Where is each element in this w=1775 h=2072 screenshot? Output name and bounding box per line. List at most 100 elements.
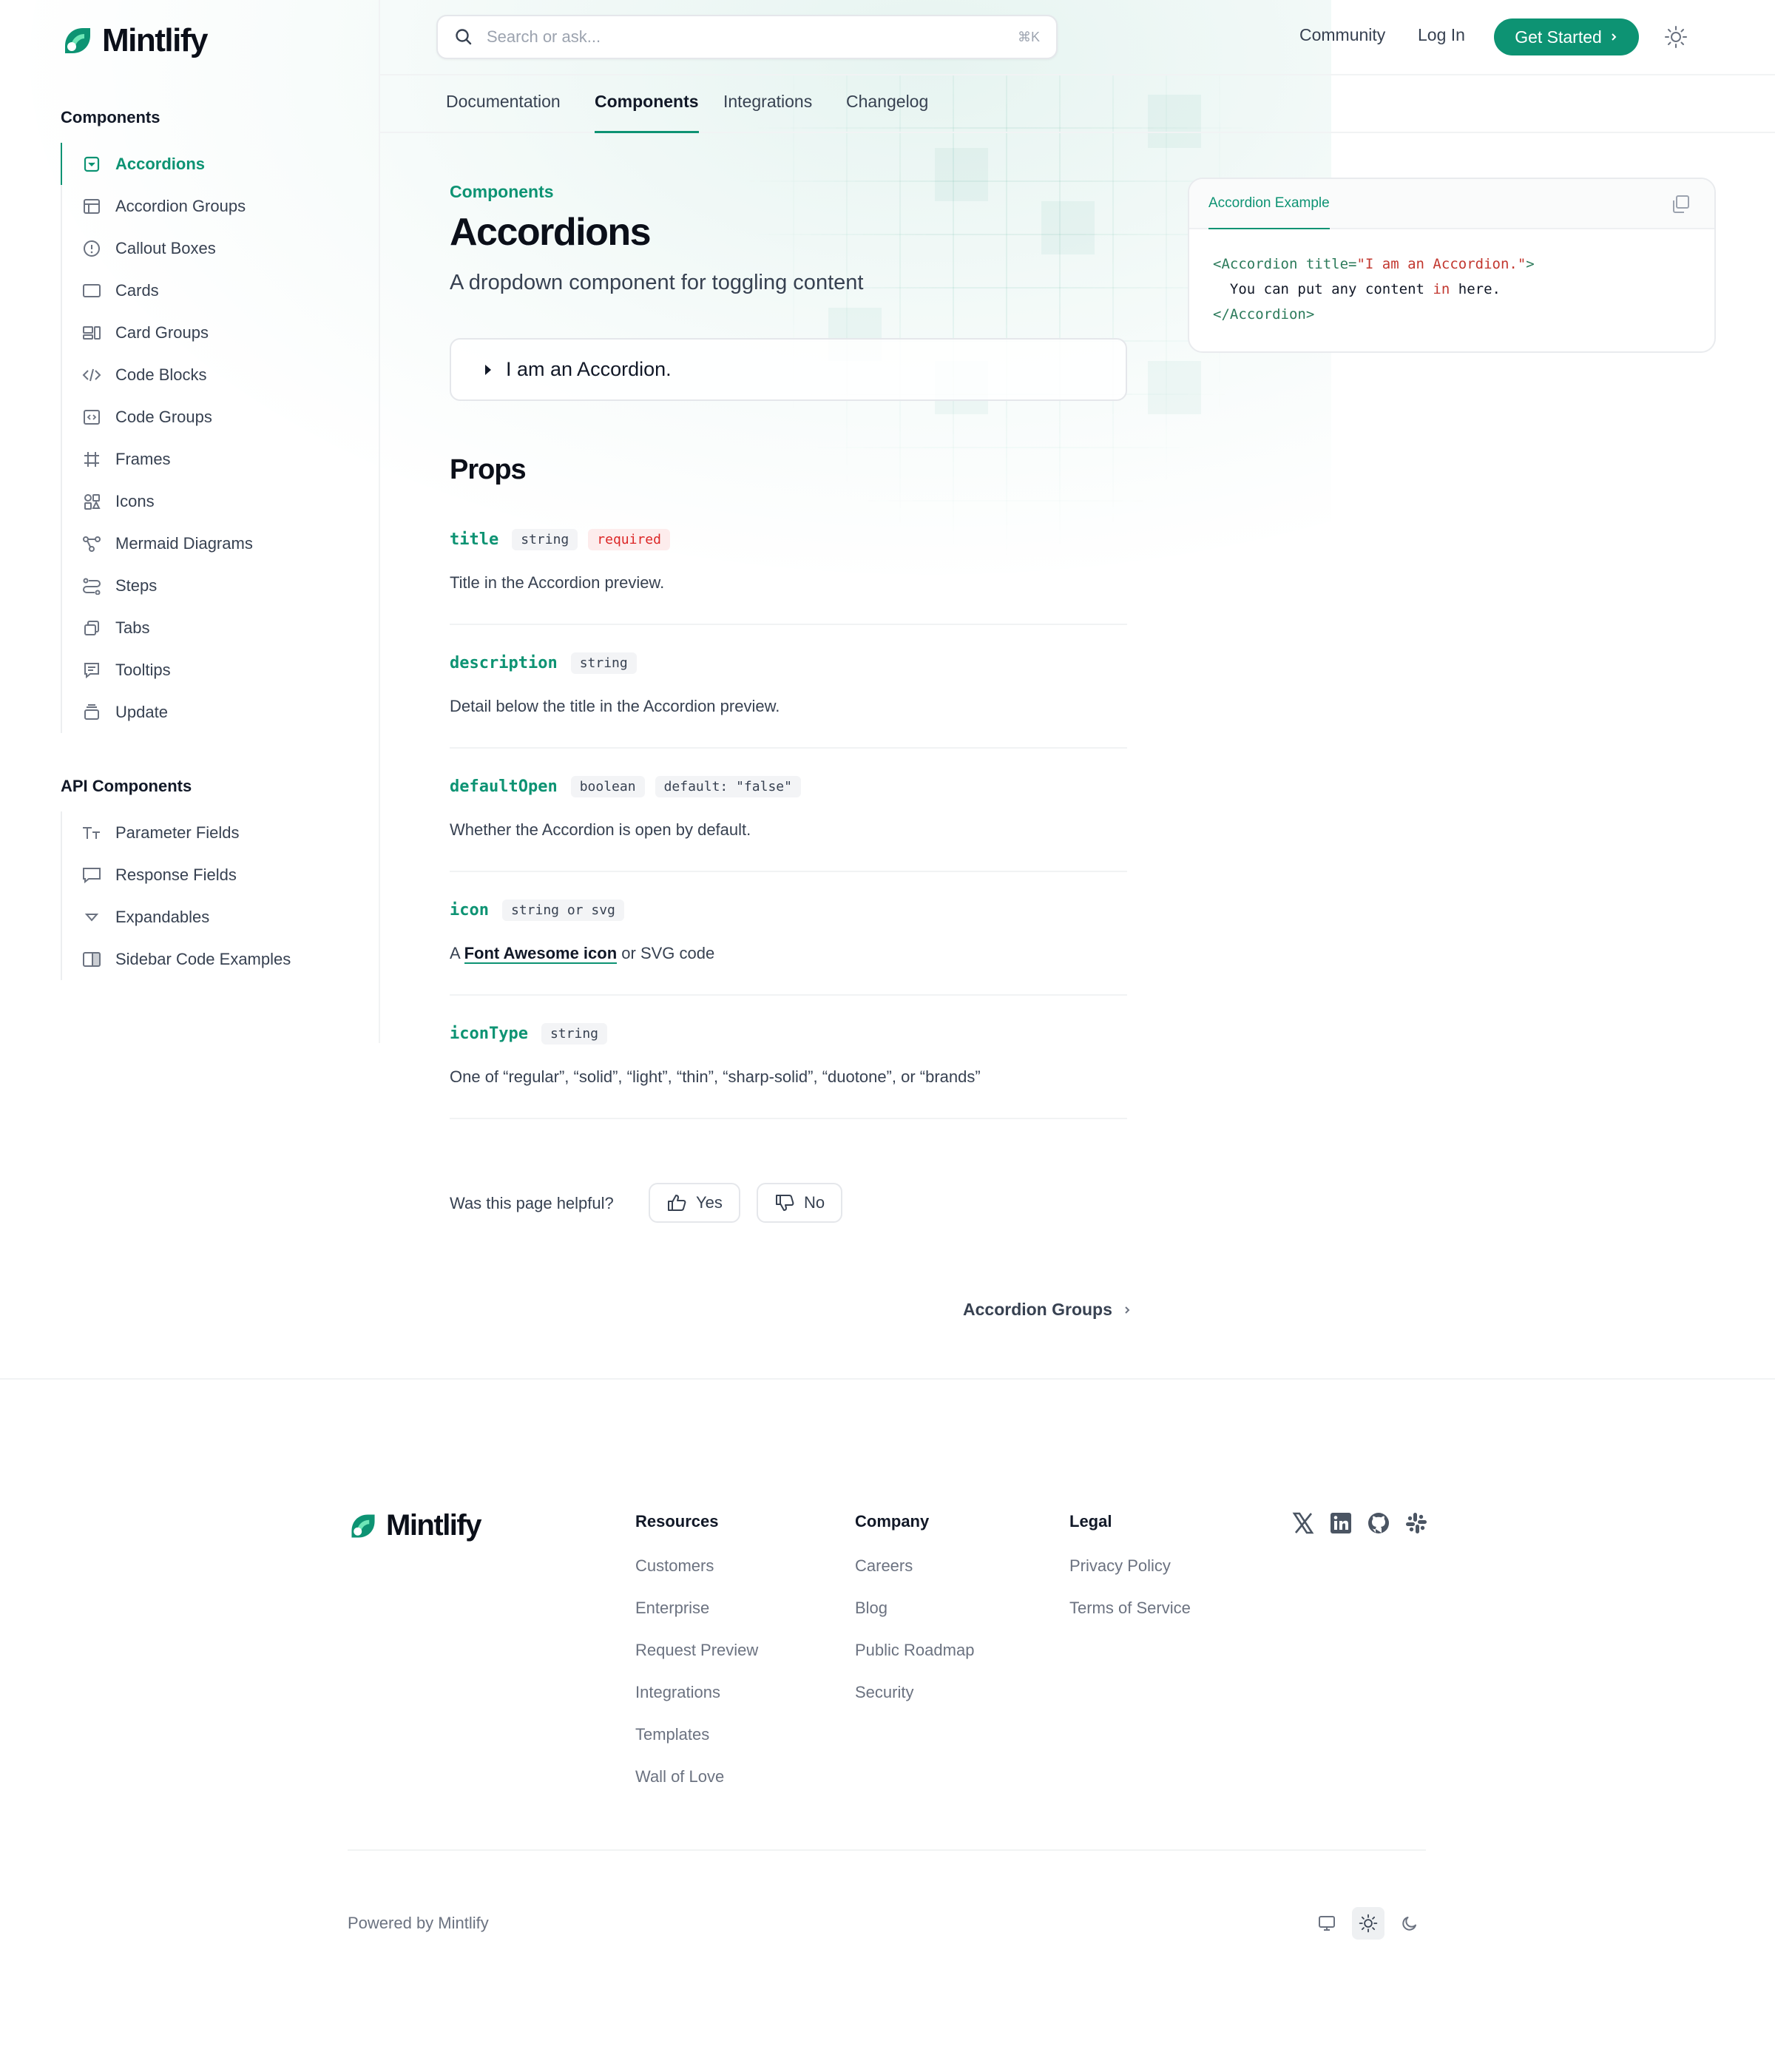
sidebar-item-response-fields[interactable]: Response Fields bbox=[62, 854, 291, 896]
footer-link[interactable]: Blog bbox=[855, 1599, 974, 1641]
copy-icon[interactable] bbox=[1670, 194, 1691, 215]
footer-bottom-divider bbox=[348, 1849, 1426, 1851]
sidebar-item-update[interactable]: Update bbox=[62, 691, 253, 733]
code-block[interactable]: <Accordion title="I am an Accordion."> Y… bbox=[1189, 229, 1714, 349]
community-link[interactable]: Community bbox=[1299, 25, 1385, 45]
footer-link[interactable]: Careers bbox=[855, 1556, 974, 1599]
layers-icon bbox=[81, 702, 102, 723]
chevron-right-icon bbox=[1125, 1306, 1130, 1314]
footer-logo[interactable]: Mintlify bbox=[348, 1509, 481, 1542]
brand-logo[interactable]: Mintlify bbox=[61, 22, 208, 59]
feedback-yes-label: Yes bbox=[696, 1193, 723, 1212]
sidebar-item-expandables[interactable]: Expandables bbox=[62, 896, 291, 938]
sidebar-item-frames[interactable]: Frames bbox=[62, 438, 253, 480]
search-input[interactable]: Search or ask... ⌘K bbox=[436, 15, 1058, 59]
footer-link[interactable]: Customers bbox=[635, 1556, 758, 1599]
sidebar-item-tabs[interactable]: Tabs bbox=[62, 607, 253, 649]
feedback-no-label: No bbox=[804, 1193, 825, 1212]
sidebar: Mintlify Components Accordions Accordion… bbox=[0, 0, 380, 1043]
code-line: You can put any content in here. bbox=[1213, 277, 1691, 302]
tab-components[interactable]: Components bbox=[595, 92, 699, 133]
moon-icon[interactable] bbox=[1393, 1907, 1426, 1940]
footer-link[interactable]: Public Roadmap bbox=[855, 1641, 974, 1683]
prop-description: Title in the Accordion preview. bbox=[450, 573, 665, 592]
github-icon[interactable] bbox=[1366, 1511, 1391, 1536]
font-awesome-link[interactable]: Font Awesome icon bbox=[464, 944, 618, 964]
sun-icon[interactable] bbox=[1664, 25, 1688, 49]
feedback-no-button[interactable]: No bbox=[757, 1183, 843, 1223]
background-cell bbox=[1148, 361, 1201, 414]
prop-name[interactable]: iconType bbox=[450, 1025, 528, 1043]
props-heading: Props bbox=[450, 454, 527, 485]
tab-integrations[interactable]: Integrations bbox=[723, 92, 812, 133]
footer-link[interactable]: Request Preview bbox=[635, 1641, 758, 1683]
brand-name: Mintlify bbox=[102, 22, 208, 58]
footer-link[interactable]: Integrations bbox=[635, 1683, 758, 1725]
sidebar-item-steps[interactable]: Steps bbox=[62, 564, 253, 607]
code-example-tab[interactable]: Accordion Example bbox=[1208, 195, 1330, 229]
sun-glyph bbox=[1359, 1914, 1378, 1933]
text-size-icon bbox=[81, 823, 102, 843]
code-icon bbox=[81, 365, 102, 385]
sidebar-item-icons[interactable]: Icons bbox=[62, 480, 253, 522]
slack-icon[interactable] bbox=[1404, 1511, 1429, 1536]
footer-link[interactable]: Enterprise bbox=[635, 1599, 758, 1641]
sidebar-item-label: Mermaid Diagrams bbox=[115, 533, 253, 553]
footer-link[interactable]: Wall of Love bbox=[635, 1767, 758, 1809]
next-page-label: Accordion Groups bbox=[963, 1300, 1112, 1319]
card-group-icon bbox=[81, 323, 102, 343]
powered-by-text[interactable]: Powered by Mintlify bbox=[348, 1914, 489, 1933]
prop-name[interactable]: defaultOpen bbox=[450, 777, 558, 796]
sidebar-item-label: Accordions bbox=[115, 154, 206, 173]
sidebar-item-code-groups[interactable]: Code Groups bbox=[62, 396, 253, 438]
sidebar-item-sidebar-code-examples[interactable]: Sidebar Code Examples bbox=[62, 938, 291, 980]
code-token: You can put any content bbox=[1213, 281, 1433, 297]
prop-default: default: "false" bbox=[655, 775, 801, 797]
sidebar-item-accordion-groups[interactable]: Accordion Groups bbox=[62, 185, 253, 227]
sidebar-item-cards[interactable]: Cards bbox=[62, 269, 253, 311]
sidebar-item-accordions[interactable]: Accordions bbox=[61, 143, 253, 185]
footer-link[interactable]: Templates bbox=[635, 1725, 758, 1767]
sidebar-item-card-groups[interactable]: Card Groups bbox=[62, 311, 253, 354]
sun-icon[interactable] bbox=[1352, 1907, 1384, 1940]
page-subtitle: A dropdown component for toggling conten… bbox=[450, 271, 864, 294]
prop-name[interactable]: description bbox=[450, 654, 558, 672]
accordion-preview[interactable]: I am an Accordion. bbox=[450, 338, 1127, 401]
steps-icon bbox=[81, 576, 102, 596]
prop-name[interactable]: icon bbox=[450, 901, 489, 919]
search-placeholder: Search or ask... bbox=[487, 27, 601, 46]
feedback-yes-button[interactable]: Yes bbox=[649, 1183, 740, 1223]
sidebar-panel-icon bbox=[81, 949, 102, 970]
prop-type: string bbox=[541, 1022, 607, 1045]
footer-link[interactable]: Privacy Policy bbox=[1069, 1556, 1191, 1599]
footer-column-title: Resources bbox=[635, 1512, 719, 1531]
message-icon bbox=[81, 865, 102, 885]
next-page-link[interactable]: Accordion Groups bbox=[963, 1300, 1132, 1320]
tab-documentation[interactable]: Documentation bbox=[446, 92, 561, 133]
tab-changelog[interactable]: Changelog bbox=[846, 92, 928, 133]
breadcrumb[interactable]: Components bbox=[450, 182, 554, 202]
footer-brand-name: Mintlify bbox=[386, 1509, 481, 1542]
footer-column-company: Company Careers Blog Public Roadmap Secu… bbox=[855, 1512, 974, 1725]
sidebar-item-mermaid-diagrams[interactable]: Mermaid Diagrams bbox=[62, 522, 253, 564]
sidebar-item-label: Tabs bbox=[115, 618, 150, 637]
x-icon[interactable] bbox=[1291, 1511, 1316, 1536]
tab-bar: Documentation Components Integrations Ch… bbox=[380, 75, 1775, 133]
footer-link[interactable]: Security bbox=[855, 1683, 974, 1725]
footer-link[interactable]: Terms of Service bbox=[1069, 1599, 1191, 1641]
info-circle-icon bbox=[81, 238, 102, 259]
prop-name[interactable]: title bbox=[450, 530, 498, 549]
sidebar-item-parameter-fields[interactable]: Parameter Fields bbox=[62, 811, 291, 854]
prop-description-text: or SVG code bbox=[617, 944, 715, 962]
code-token: <Accordion bbox=[1213, 256, 1306, 272]
get-started-button[interactable]: Get Started bbox=[1494, 18, 1639, 55]
sidebar-item-tooltips[interactable]: Tooltips bbox=[62, 649, 253, 691]
login-link[interactable]: Log In bbox=[1418, 25, 1465, 45]
sidebar-item-label: Frames bbox=[115, 449, 171, 468]
sidebar-item-callout-boxes[interactable]: Callout Boxes bbox=[62, 227, 253, 269]
linkedin-icon[interactable] bbox=[1328, 1511, 1353, 1536]
sidebar-item-code-blocks[interactable]: Code Blocks bbox=[62, 354, 253, 396]
monitor-icon[interactable] bbox=[1311, 1907, 1343, 1940]
prop-type: string bbox=[570, 652, 637, 674]
accordion-icon bbox=[81, 154, 102, 175]
